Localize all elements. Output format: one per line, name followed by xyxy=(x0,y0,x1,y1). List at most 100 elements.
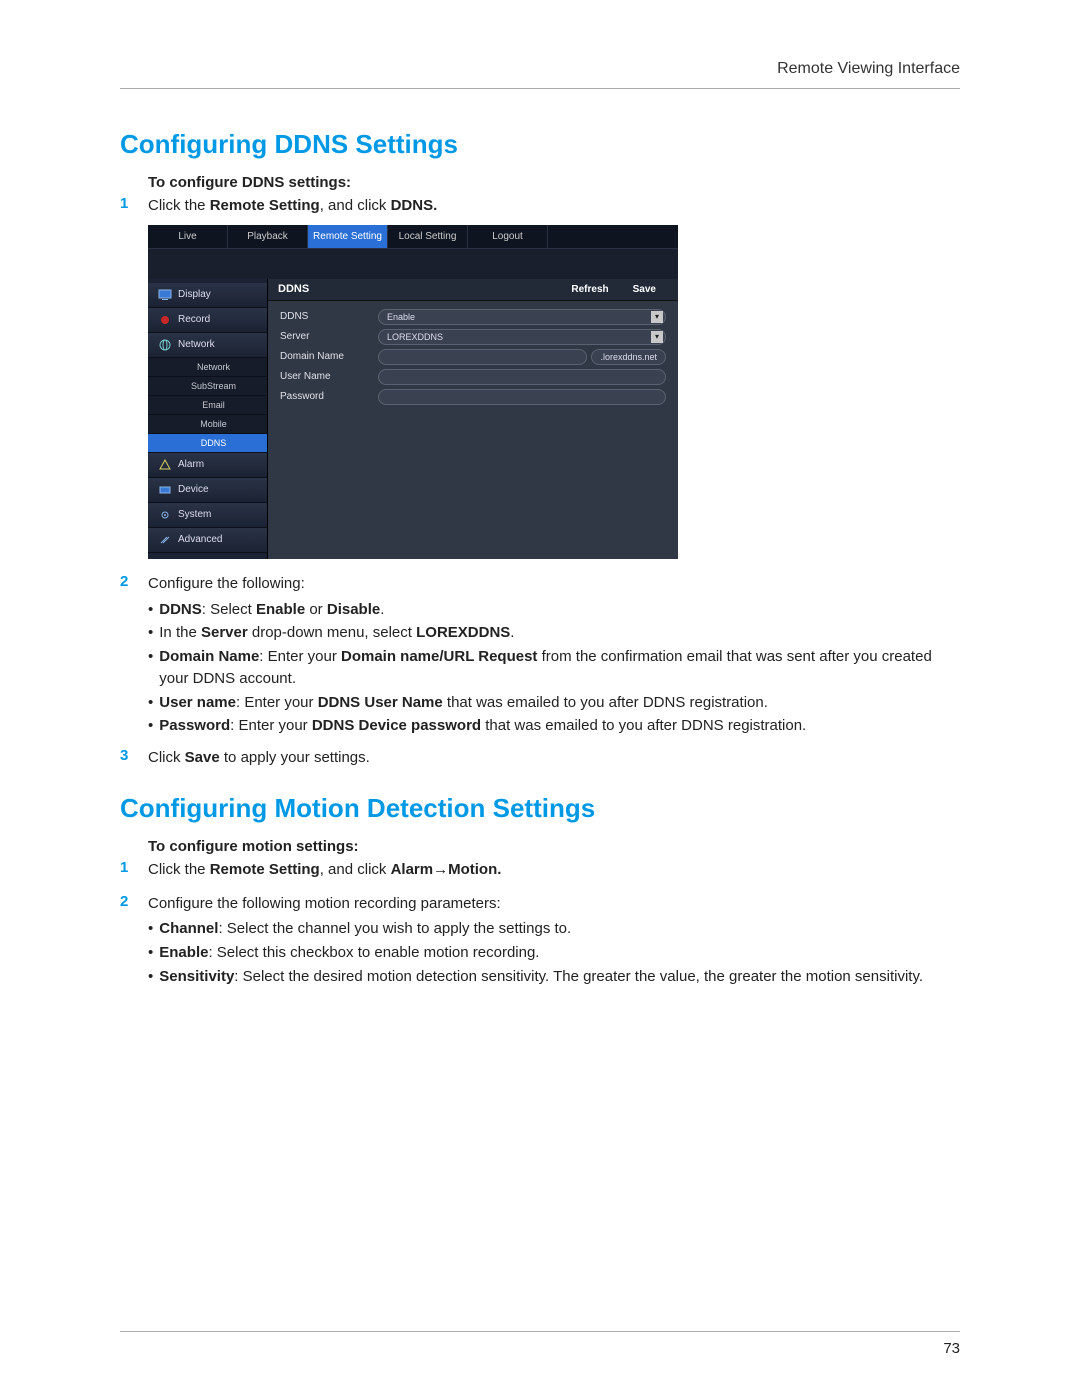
bold: Remote Setting xyxy=(210,861,320,878)
app-screenshot: Live Playback Remote Setting Local Setti… xyxy=(148,225,678,559)
globe-icon xyxy=(158,339,172,351)
label: Record xyxy=(178,314,210,325)
step-number: 2 xyxy=(120,573,148,595)
label: Alarm xyxy=(178,459,204,470)
label: DDNS xyxy=(280,311,370,322)
sidebar-sub-mobile[interactable]: Mobile xyxy=(148,415,267,434)
row-username: User Name xyxy=(268,367,678,387)
server-select[interactable]: LOREXDDNS▾ xyxy=(378,329,666,345)
text: In the xyxy=(159,624,201,641)
sidebar-item-advanced[interactable]: Advanced xyxy=(148,528,267,553)
bold: Domain Name xyxy=(159,648,259,665)
username-input[interactable] xyxy=(378,369,666,385)
row-server: Server LOREXDDNS▾ xyxy=(268,327,678,347)
panel-header: DDNS Refresh Save xyxy=(268,279,678,301)
step-text: Click Save to apply your settings. xyxy=(148,747,370,769)
text: Click xyxy=(148,749,185,766)
tab-playback[interactable]: Playback xyxy=(228,225,308,248)
sidebar-sub-ddns[interactable]: DDNS xyxy=(148,434,267,453)
bold: User name xyxy=(159,694,236,711)
bold: DDNS xyxy=(159,601,202,618)
arrow-icon: → xyxy=(433,861,448,878)
text: : Select the desired motion detection se… xyxy=(234,968,923,985)
sidebar-item-device[interactable]: Device xyxy=(148,478,267,503)
page-number: 73 xyxy=(120,1340,960,1357)
text: : Select xyxy=(202,601,256,618)
bullet-list: DDNS: Select Enable or Disable. In the S… xyxy=(148,599,960,738)
text: . xyxy=(380,601,384,618)
value: Enable xyxy=(387,310,415,324)
section-heading-ddns: Configuring DDNS Settings xyxy=(120,129,960,160)
tab-live[interactable]: Live xyxy=(148,225,228,248)
text: : Enter your xyxy=(230,717,312,734)
text: , and click xyxy=(320,197,391,214)
bullet: In the Server drop-down menu, select LOR… xyxy=(148,622,960,644)
text: Click the xyxy=(148,197,210,214)
subheading: To configure DDNS settings: xyxy=(148,174,960,191)
bold: Password xyxy=(159,717,230,734)
tab-logout[interactable]: Logout xyxy=(468,225,548,248)
step-3: 3 Click Save to apply your settings. xyxy=(120,747,960,769)
label: Domain Name xyxy=(280,351,370,362)
monitor-icon xyxy=(158,289,172,301)
sidebar: Display Record Network Network SubStream… xyxy=(148,279,268,559)
sidebar-item-alarm[interactable]: Alarm xyxy=(148,453,267,478)
label: Network xyxy=(178,339,215,350)
step-number: 1 xyxy=(120,195,148,217)
sidebar-item-display[interactable]: Display xyxy=(148,283,267,308)
text: that was emailed to you after DDNS regis… xyxy=(443,694,768,711)
domain-input[interactable] xyxy=(378,349,587,365)
header-breadcrumb: Remote Viewing Interface xyxy=(120,60,960,78)
label: Server xyxy=(280,331,370,342)
row-domain: Domain Name .lorexddns.net xyxy=(268,347,678,367)
bold: Domain name/URL Request xyxy=(341,648,537,665)
gear-icon xyxy=(158,509,172,521)
save-button[interactable]: Save xyxy=(621,284,668,295)
label: Advanced xyxy=(178,534,222,545)
row-ddns: DDNS Enable▾ xyxy=(268,307,678,327)
tools-icon xyxy=(158,534,172,546)
tab-local-setting[interactable]: Local Setting xyxy=(388,225,468,248)
ddns-select[interactable]: Enable▾ xyxy=(378,309,666,325)
text: , and click xyxy=(320,861,391,878)
sidebar-item-record[interactable]: Record xyxy=(148,308,267,333)
sidebar-item-system[interactable]: System xyxy=(148,503,267,528)
text: drop-down menu, select xyxy=(248,624,416,641)
text: : Enter your xyxy=(259,648,341,665)
label: Display xyxy=(178,289,211,300)
text: . xyxy=(510,624,514,641)
alarm-icon xyxy=(158,459,172,471)
sidebar-sub-email[interactable]: Email xyxy=(148,396,267,415)
panel-title: DDNS xyxy=(278,283,559,295)
bold: Server xyxy=(201,624,248,641)
divider xyxy=(120,1331,960,1332)
divider xyxy=(120,88,960,89)
section-heading-motion: Configuring Motion Detection Settings xyxy=(120,793,960,824)
refresh-button[interactable]: Refresh xyxy=(559,284,620,295)
label: Device xyxy=(178,484,209,495)
bold: DDNS Device password xyxy=(312,717,481,734)
step-number: 3 xyxy=(120,747,148,769)
step-2: 2 Configure the following: xyxy=(120,573,960,595)
bold: Disable xyxy=(327,601,380,618)
value: LOREXDDNS xyxy=(387,330,443,344)
sidebar-sub-network[interactable]: Network xyxy=(148,358,267,377)
step-1: 1 Click the Remote Setting, and click DD… xyxy=(120,195,960,217)
password-input[interactable] xyxy=(378,389,666,405)
tab-remote-setting[interactable]: Remote Setting xyxy=(308,225,388,248)
page-footer: 73 xyxy=(120,1331,960,1357)
label: Password xyxy=(280,391,370,402)
bullet: Channel: Select the channel you wish to … xyxy=(148,918,960,940)
bullet: DDNS: Select Enable or Disable. xyxy=(148,599,960,621)
bold: Alarm xyxy=(391,861,434,878)
bullet: Enable: Select this checkbox to enable m… xyxy=(148,942,960,964)
text: that was emailed to you after DDNS regis… xyxy=(481,717,806,734)
sidebar-sub-substream[interactable]: SubStream xyxy=(148,377,267,396)
label: System xyxy=(178,509,211,520)
sidebar-item-network[interactable]: Network xyxy=(148,333,267,358)
text: Click the xyxy=(148,861,210,878)
row-password: Password xyxy=(268,387,678,407)
text: : Select the channel you wish to apply t… xyxy=(218,920,571,937)
bullet: Password: Enter your DDNS Device passwor… xyxy=(148,715,960,737)
step-2: 2 Configure the following motion recordi… xyxy=(120,893,960,915)
